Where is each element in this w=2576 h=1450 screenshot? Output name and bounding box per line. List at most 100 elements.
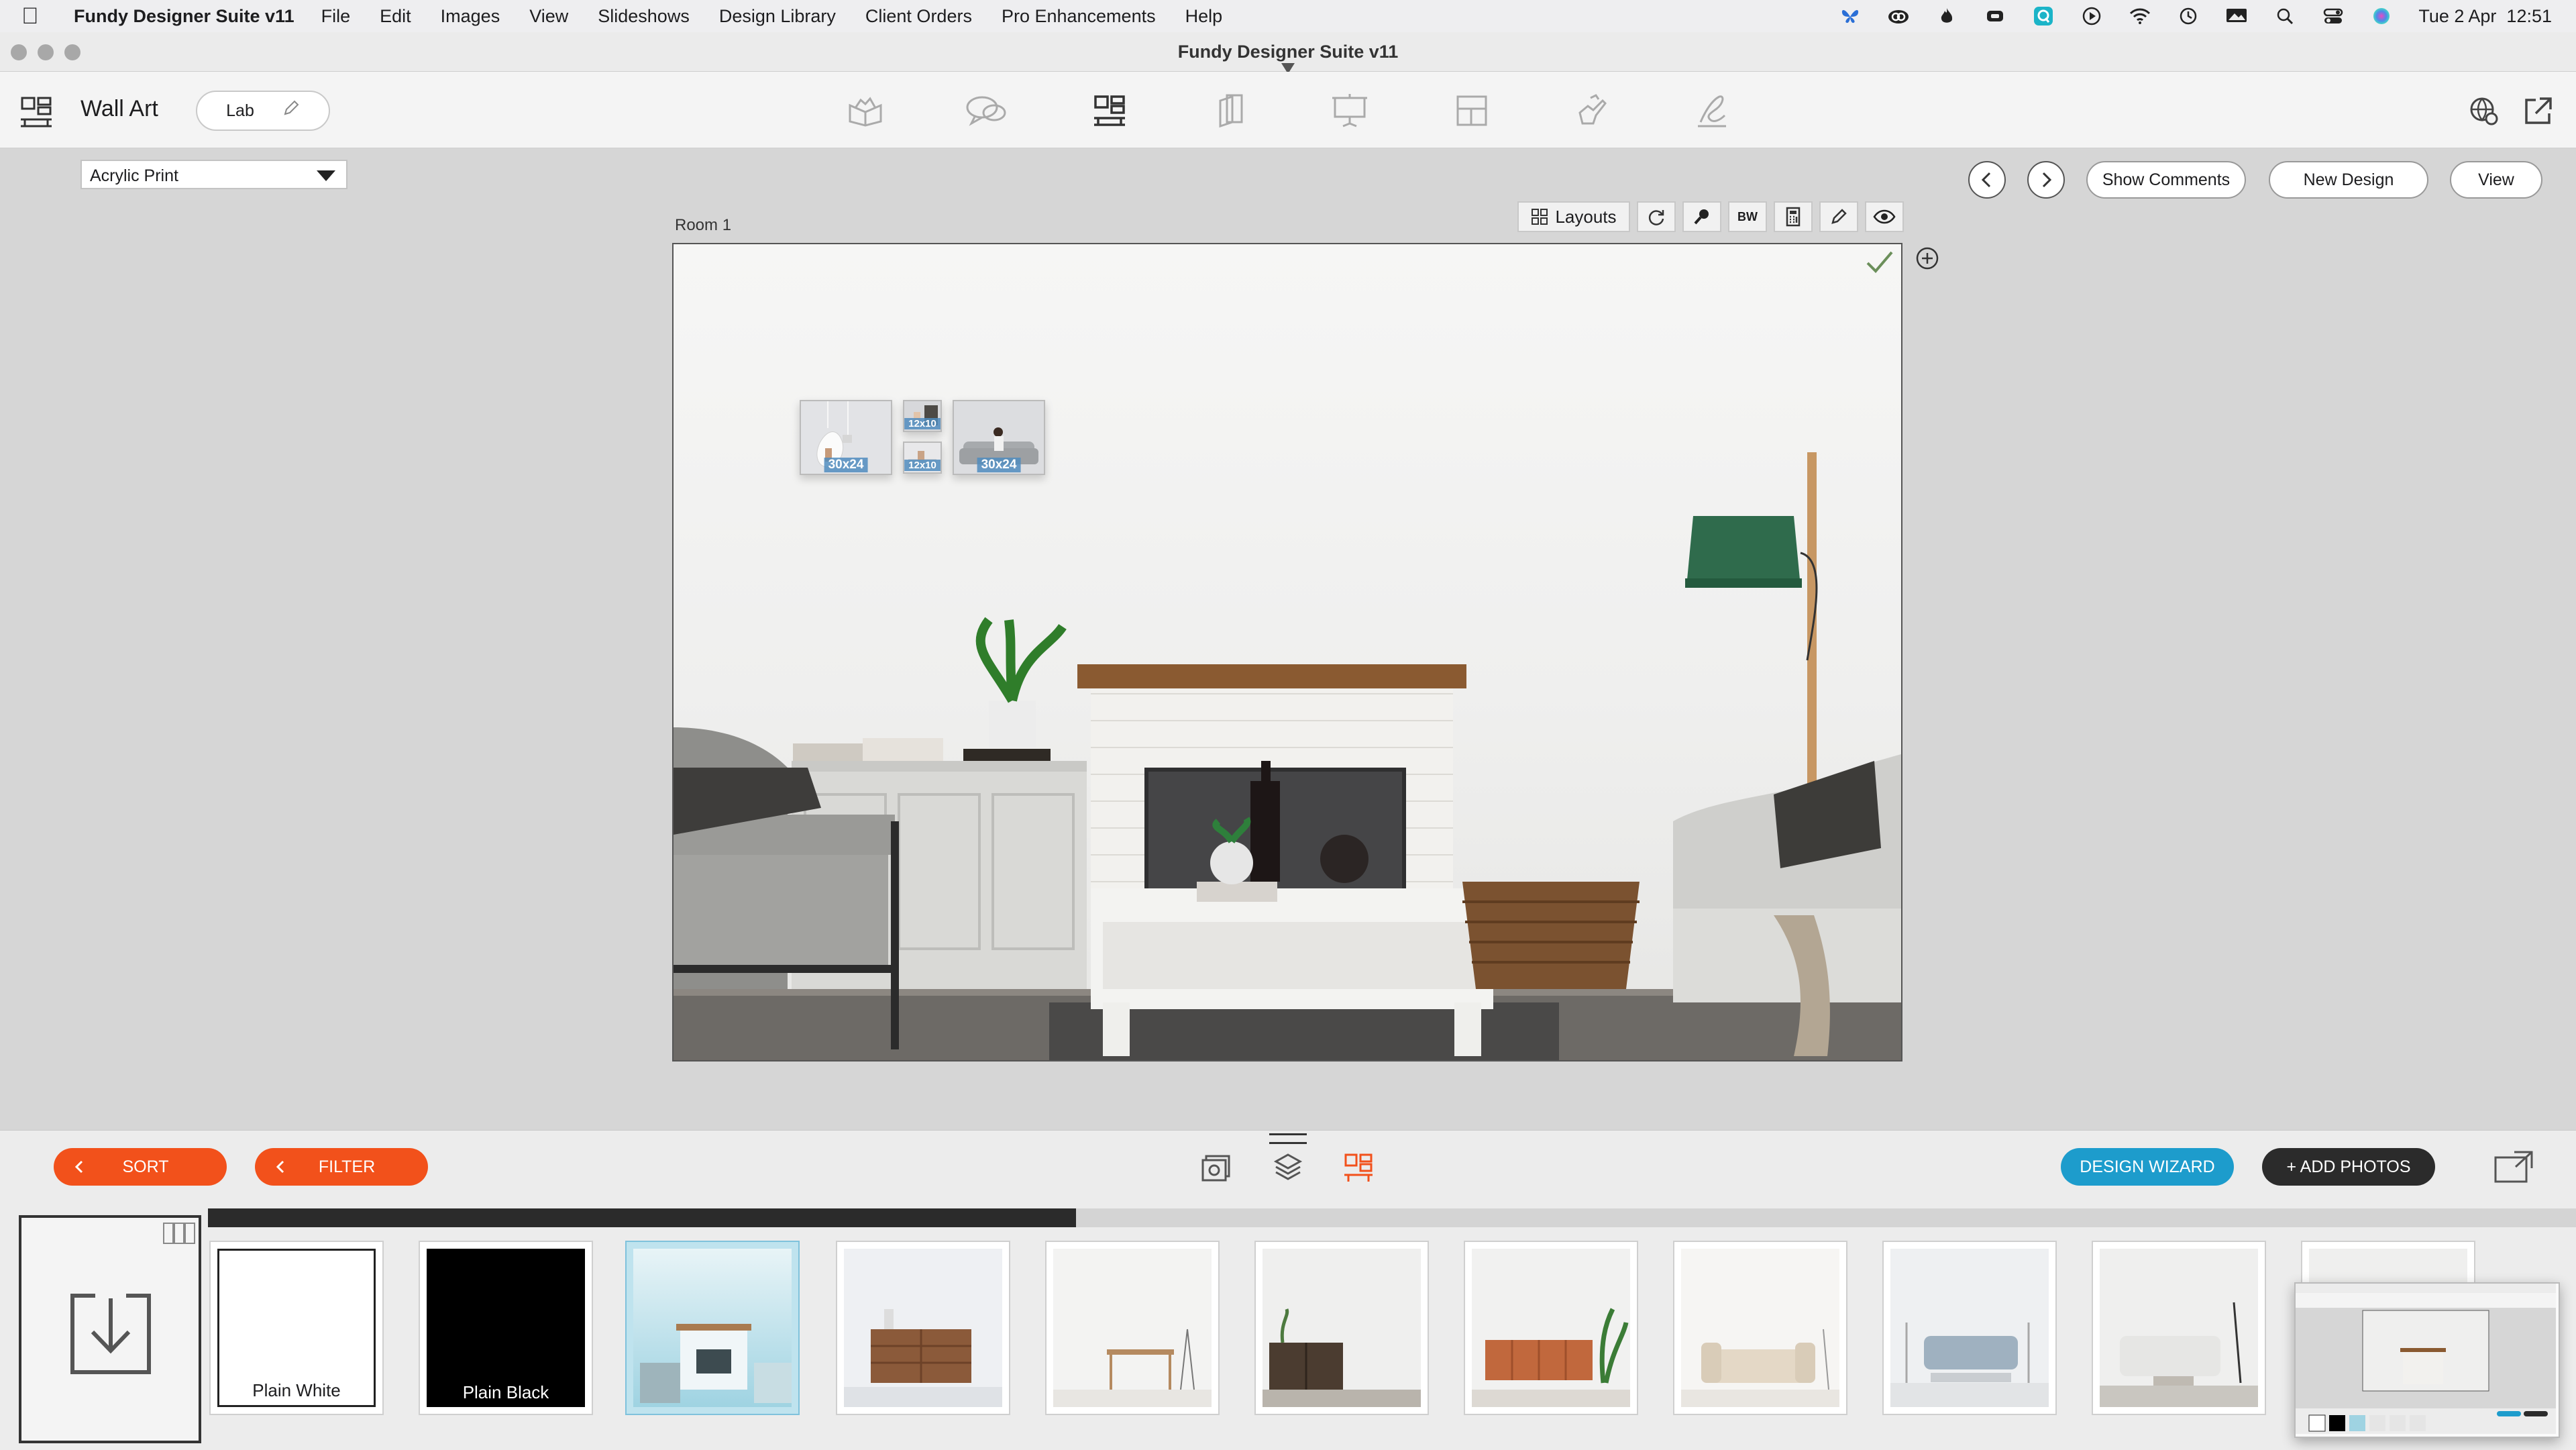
frame-size-label: 30x24 — [977, 458, 1021, 472]
view-button[interactable]: View — [2450, 161, 2542, 199]
edit-button[interactable] — [1819, 201, 1858, 232]
thumbnail-grid-icon[interactable] — [161, 1219, 197, 1251]
close-window-button[interactable] — [11, 44, 27, 60]
settings-globe-icon[interactable] — [2465, 91, 2502, 131]
wall-art-frame-2[interactable]: 12x10 — [903, 400, 942, 432]
add-room-icon[interactable] — [1915, 246, 1940, 274]
creative-cloud-icon[interactable] — [1887, 6, 1910, 26]
menu-edit[interactable]: Edit — [380, 6, 411, 27]
menu-images[interactable]: Images — [441, 6, 500, 27]
menu-design-library[interactable]: Design Library — [719, 6, 836, 27]
product-type-select[interactable]: Acrylic Print — [80, 160, 347, 189]
import-room-tile[interactable] — [19, 1215, 201, 1443]
play-icon[interactable] — [2080, 6, 2103, 26]
room-thumb-white-sofa[interactable] — [2092, 1241, 2266, 1415]
presentation-tool[interactable] — [1328, 91, 1371, 131]
butterfly-icon[interactable] — [1839, 6, 1862, 26]
window-title: Fundy Designer Suite v11 — [1177, 42, 1399, 62]
chevron-down-icon — [317, 170, 335, 181]
photos-view-icon[interactable] — [1201, 1153, 1232, 1186]
room-thumb-dresser[interactable] — [836, 1241, 1010, 1415]
room-thumb-grey-sofa[interactable] — [1882, 1241, 2057, 1415]
menu-file[interactable]: File — [321, 6, 351, 27]
preview-button[interactable] — [1865, 201, 1904, 232]
rotate-button[interactable] — [1637, 201, 1676, 232]
filter-button[interactable]: FILTER — [255, 1148, 428, 1186]
room-thumb-cabinet[interactable] — [1254, 1241, 1429, 1415]
proofing-tool[interactable] — [965, 91, 1008, 131]
layers-view-icon[interactable] — [1273, 1152, 1303, 1186]
sort-button[interactable]: SORT — [54, 1148, 227, 1186]
menu-view[interactable]: View — [529, 6, 568, 27]
frame-size-label: 12x10 — [904, 418, 941, 429]
pencil-icon — [281, 99, 300, 123]
approved-check-icon[interactable] — [1865, 248, 1894, 278]
room-thumb-sideboard[interactable] — [1464, 1241, 1638, 1415]
wall-art-tool[interactable] — [1088, 91, 1131, 131]
black-white-button[interactable]: BW — [1728, 201, 1767, 232]
bottom-panel: SORT FILTER DESIGN WIZARD + ADD PHOTOS P… — [0, 1130, 2576, 1450]
product-type-value: Acrylic Print — [90, 166, 178, 185]
next-design-button[interactable] — [2027, 161, 2065, 199]
signature-tool[interactable] — [1690, 91, 1733, 131]
new-design-button[interactable]: New Design — [2269, 161, 2428, 199]
app-menu[interactable]: Fundy Designer Suite v11 — [74, 6, 294, 27]
window-title-bar: Fundy Designer Suite v11 — [0, 32, 2576, 74]
room-thumb-plain-black[interactable]: Plain Black — [419, 1241, 593, 1415]
living-room-scene — [674, 452, 1901, 1060]
minimize-window-button[interactable] — [38, 44, 54, 60]
chevron-left-icon — [276, 1160, 284, 1174]
menu-pro-enhancements[interactable]: Pro Enhancements — [1002, 6, 1156, 27]
calculator-icon — [1786, 207, 1801, 227]
apple-icon[interactable]:  — [21, 3, 62, 30]
album-design-tool[interactable] — [844, 91, 887, 131]
menu-help[interactable]: Help — [1185, 6, 1223, 27]
app-q-icon[interactable] — [2032, 6, 2055, 26]
layouts-label: Layouts — [1555, 206, 1617, 227]
menu-bar:  Fundy Designer Suite v11 File Edit Ima… — [0, 0, 2576, 32]
eye-icon — [1873, 209, 1896, 224]
wall-art-module-icon — [16, 92, 56, 132]
wall-art-frame-4[interactable]: 30x24 — [953, 400, 1045, 475]
show-comments-button[interactable]: Show Comments — [2086, 161, 2246, 199]
display-icon[interactable] — [2225, 6, 2248, 26]
room-preview-canvas[interactable]: 30x24 12x10 12x10 30x24 — [672, 243, 1902, 1061]
magnifier-icon — [1694, 209, 1709, 225]
add-photos-button[interactable]: + ADD PHOTOS — [2262, 1148, 2435, 1186]
rooms-view-icon[interactable] — [1342, 1152, 1374, 1186]
hand-tool[interactable] — [1570, 91, 1613, 131]
control-center-icon[interactable] — [2322, 6, 2345, 26]
magnifier-button[interactable] — [1682, 201, 1721, 232]
filter-label: FILTER — [318, 1157, 376, 1176]
cloud-app-icon[interactable] — [1984, 6, 2006, 26]
expand-panel-icon[interactable] — [2493, 1149, 2534, 1188]
menu-slideshows[interactable]: Slideshows — [598, 6, 690, 27]
menu-client-orders[interactable]: Client Orders — [865, 6, 972, 27]
layout-tool[interactable] — [1450, 91, 1493, 131]
bw-label: BW — [1737, 209, 1758, 223]
sort-label: SORT — [122, 1157, 169, 1176]
flame-icon[interactable] — [1935, 6, 1958, 26]
wall-art-frame-3[interactable]: 12x10 — [903, 442, 942, 474]
lab-selector-button[interactable]: Lab — [196, 91, 330, 131]
thumbnail-scrollbar-thumb[interactable] — [208, 1208, 1076, 1227]
wall-art-frame-1[interactable]: 30x24 — [800, 400, 892, 475]
room-thumb-image — [640, 1324, 792, 1403]
wifi-icon[interactable] — [2129, 6, 2151, 26]
room-thumb-desk[interactable] — [1045, 1241, 1220, 1415]
panel-resize-handle[interactable] — [1269, 1133, 1307, 1144]
room-thumb-plain-white[interactable]: Plain White — [209, 1241, 384, 1415]
calculator-button[interactable] — [1774, 201, 1813, 232]
design-wizard-button[interactable]: DESIGN WIZARD — [2061, 1148, 2234, 1186]
siri-icon[interactable] — [2370, 6, 2393, 26]
spotlight-icon[interactable] — [2273, 6, 2296, 26]
cards-tool[interactable] — [1208, 91, 1250, 131]
menubar-clock[interactable]: Tue 2 Apr 12:51 — [2418, 6, 2552, 27]
external-open-icon[interactable] — [2520, 91, 2557, 131]
room-thumb-beige-sofa[interactable] — [1673, 1241, 1847, 1415]
layouts-button[interactable]: Layouts — [1517, 201, 1630, 232]
time-machine-icon[interactable] — [2177, 6, 2200, 26]
room-thumb-current[interactable] — [625, 1241, 800, 1415]
zoom-window-button[interactable] — [64, 44, 80, 60]
previous-design-button[interactable] — [1968, 161, 2006, 199]
